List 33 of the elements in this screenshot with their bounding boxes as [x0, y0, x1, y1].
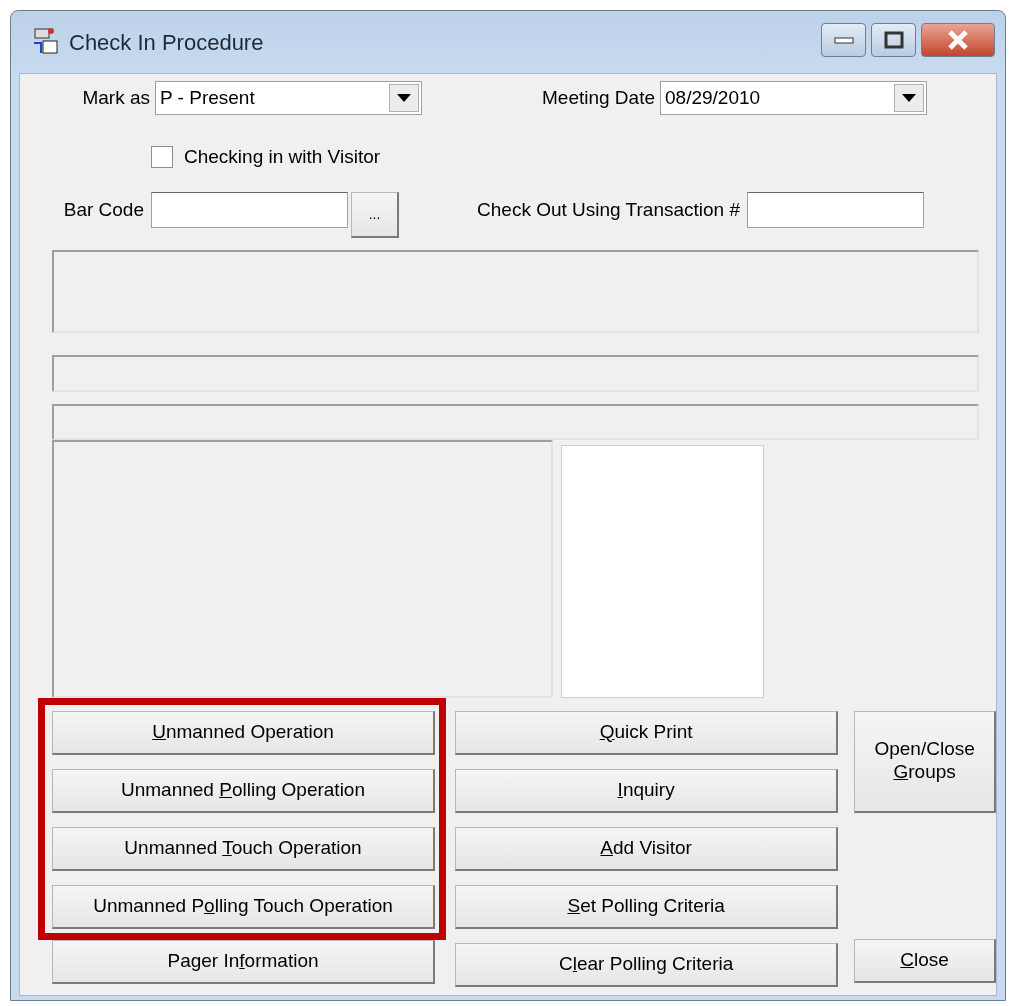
window-title: Check In Procedure [69, 28, 264, 57]
action-button[interactable]: Clear Polling Criteria [455, 942, 839, 987]
operation-button[interactable]: Pager Information [52, 939, 435, 984]
close-button[interactable] [921, 23, 995, 57]
visitor-checkbox[interactable] [151, 146, 173, 169]
operation-button[interactable]: Unmanned Polling Operation [52, 768, 435, 813]
transaction-field[interactable] [747, 191, 924, 228]
minimize-button[interactable] [821, 23, 866, 57]
dropdown-arrow-icon [397, 94, 411, 102]
bar-code-label: Bar Code [62, 197, 144, 222]
close-dialog-button[interactable]: Close [854, 938, 996, 983]
mark-as-dropdown[interactable]: P - Present [155, 81, 422, 115]
groups-button[interactable]: Open/Close Groups [854, 710, 996, 813]
maximize-icon [883, 31, 904, 49]
operation-button[interactable]: Unmanned Touch Operation [52, 826, 435, 871]
mark-as-label: Mark as [81, 85, 150, 110]
action-button[interactable]: Add Visitor [455, 826, 839, 871]
operation-button[interactable]: Unmanned Polling Touch Operation [52, 884, 435, 929]
browse-button[interactable]: ... [351, 191, 399, 238]
action-button[interactable]: Set Polling Criteria [455, 884, 839, 929]
meeting-date-label: Meeting Date [541, 85, 655, 110]
bar-code-field[interactable] [151, 191, 348, 228]
dropdown-arrow-icon [902, 94, 916, 102]
transaction-label: Check Out Using Transaction # [476, 197, 740, 222]
maximize-button[interactable] [871, 23, 916, 57]
action-button[interactable]: Inquiry [455, 768, 839, 813]
meeting-date-dropdown[interactable]: 08/29/2010 [660, 81, 927, 115]
close-icon [946, 30, 970, 50]
minimize-icon [833, 36, 854, 44]
app-icon [31, 27, 61, 57]
operation-button[interactable]: Unmanned Operation [52, 710, 435, 755]
action-button[interactable]: Quick Print [455, 710, 839, 755]
visitor-checkbox-label: Checking in with Visitor [184, 145, 381, 169]
